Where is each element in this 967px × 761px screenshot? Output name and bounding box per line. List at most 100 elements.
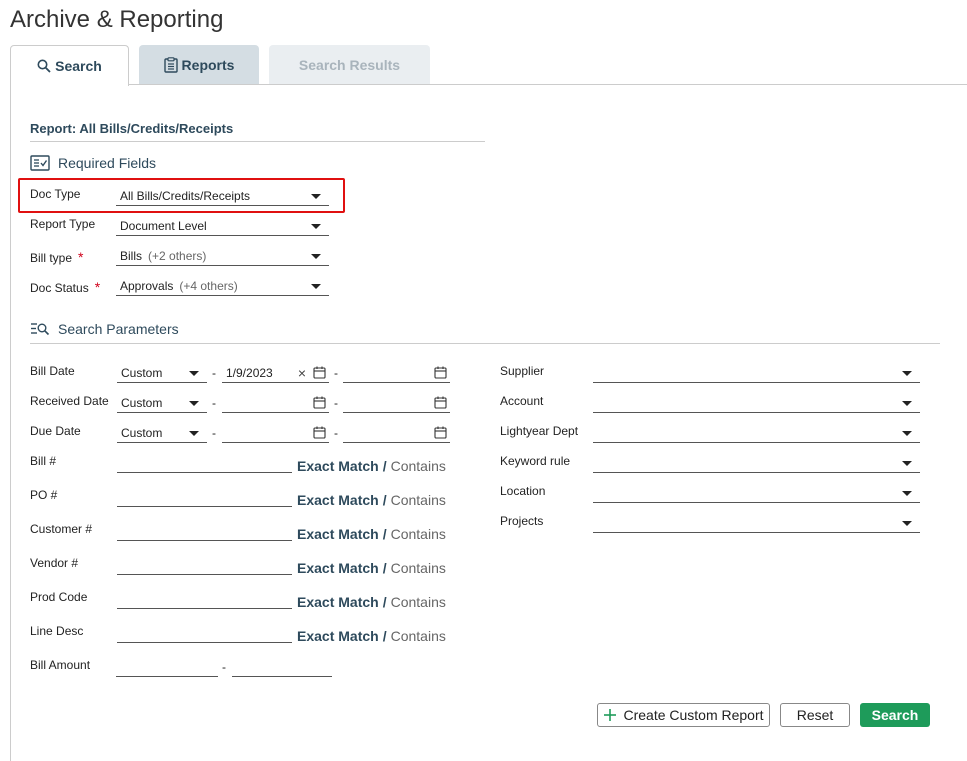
exact-match-option[interactable]: Exact Match <box>297 560 379 576</box>
calendar-icon[interactable] <box>313 366 326 379</box>
clipboard-icon <box>163 57 178 73</box>
calendar-icon[interactable] <box>313 396 326 409</box>
keyword-rule-label: Keyword rule <box>500 454 571 468</box>
tab-search[interactable]: Search <box>10 45 129 86</box>
bill-type-label-text: Bill type <box>30 251 73 265</box>
contains-option[interactable]: Contains <box>391 492 446 508</box>
location-select[interactable] <box>593 483 920 503</box>
chevron-down-icon <box>189 401 199 406</box>
chevron-down-icon <box>311 254 321 259</box>
supplier-select[interactable] <box>593 363 920 383</box>
bill-date-from-input[interactable]: 1/9/2023 × <box>222 363 329 383</box>
po-number-match-toggle: Exact Match / Contains <box>297 492 446 508</box>
vendor-number-match-toggle: Exact Match / Contains <box>297 560 446 576</box>
bill-type-value: Bills <box>120 249 143 263</box>
projects-select[interactable] <box>593 513 920 533</box>
lightyear-dept-select[interactable] <box>593 423 920 443</box>
bill-type-extra: (+2 others) <box>148 249 207 263</box>
received-date-mode-select[interactable]: Custom <box>117 393 207 413</box>
contains-option[interactable]: Contains <box>391 526 446 542</box>
lightyear-dept-label: Lightyear Dept <box>500 424 579 438</box>
doc-status-value: Approvals <box>120 279 174 293</box>
vendor-number-input[interactable] <box>117 555 292 575</box>
account-label: Account <box>500 394 544 408</box>
bill-amount-to-input[interactable] <box>232 657 332 677</box>
bill-date-mode-select[interactable]: Custom <box>117 363 207 383</box>
due-date-from-input[interactable] <box>222 423 329 443</box>
calendar-icon[interactable] <box>313 426 326 439</box>
page-title: Archive & Reporting <box>10 6 224 33</box>
date-range-dash: - <box>212 396 216 410</box>
received-date-from-input[interactable] <box>222 393 329 413</box>
calendar-icon[interactable] <box>434 396 447 409</box>
received-date-mode-value: Custom <box>121 396 163 410</box>
doc-status-extra: (+4 others) <box>179 279 238 293</box>
amount-range-dash: - <box>222 660 226 674</box>
received-date-label: Received Date <box>30 394 109 408</box>
exact-match-option[interactable]: Exact Match <box>297 458 379 474</box>
line-desc-match-toggle: Exact Match / Contains <box>297 628 446 644</box>
bill-amount-label: Bill Amount <box>30 658 91 672</box>
reset-button[interactable]: Reset <box>780 703 850 727</box>
report-type-select[interactable]: Document Level <box>116 216 329 236</box>
create-custom-report-button[interactable]: Create Custom Report <box>597 703 770 727</box>
due-date-label: Due Date <box>30 424 81 438</box>
contains-option[interactable]: Contains <box>391 594 446 610</box>
line-desc-input[interactable] <box>117 623 292 643</box>
po-number-input[interactable] <box>117 487 292 507</box>
report-title: Report: All Bills/Credits/Receipts <box>30 121 234 136</box>
clear-icon[interactable]: × <box>298 363 306 383</box>
prod-code-input[interactable] <box>117 589 292 609</box>
projects-label: Projects <box>500 514 544 528</box>
contains-option[interactable]: Contains <box>391 458 446 474</box>
account-select[interactable] <box>593 393 920 413</box>
exact-match-option[interactable]: Exact Match <box>297 594 379 610</box>
due-date-to-input[interactable] <box>343 423 450 443</box>
customer-number-label: Customer # <box>30 522 93 536</box>
match-separator: / <box>382 560 387 576</box>
customer-number-input[interactable] <box>117 521 292 541</box>
calendar-icon[interactable] <box>434 366 447 379</box>
doc-status-select[interactable]: Approvals (+4 others) <box>116 276 329 296</box>
filter-search-icon <box>31 323 50 336</box>
search-button[interactable]: Search <box>860 703 930 727</box>
exact-match-option[interactable]: Exact Match <box>297 628 379 644</box>
date-range-dash: - <box>334 396 338 410</box>
bill-number-label: Bill # <box>30 454 57 468</box>
bill-type-select[interactable]: Bills (+2 others) <box>116 246 329 266</box>
match-separator: / <box>382 628 387 644</box>
received-date-to-input[interactable] <box>343 393 450 413</box>
due-date-mode-select[interactable]: Custom <box>117 423 207 443</box>
tab-search-label: Search <box>55 58 102 74</box>
location-label: Location <box>500 484 546 498</box>
doc-status-label-text: Doc Status <box>30 281 89 295</box>
report-type-label: Report Type <box>30 217 96 231</box>
line-desc-label: Line Desc <box>30 624 84 638</box>
date-range-dash: - <box>212 366 216 380</box>
tab-reports-label: Reports <box>181 57 235 73</box>
contains-option[interactable]: Contains <box>391 628 446 644</box>
search-parameters-divider <box>30 343 940 344</box>
required-asterisk: * <box>78 249 84 265</box>
chevron-down-icon <box>902 461 912 466</box>
date-range-dash: - <box>334 366 338 380</box>
vendor-number-label: Vendor # <box>30 556 79 570</box>
match-separator: / <box>382 458 387 474</box>
plus-icon <box>604 709 617 721</box>
tab-reports[interactable]: Reports <box>139 45 259 85</box>
chevron-down-icon <box>902 491 912 496</box>
checklist-icon <box>30 155 50 171</box>
bill-date-to-input[interactable] <box>343 363 450 383</box>
exact-match-option[interactable]: Exact Match <box>297 492 379 508</box>
tab-search-results[interactable]: Search Results <box>269 45 430 85</box>
contains-option[interactable]: Contains <box>391 560 446 576</box>
supplier-label: Supplier <box>500 364 545 378</box>
bill-amount-from-input[interactable] <box>116 657 218 677</box>
calendar-icon[interactable] <box>434 426 447 439</box>
chevron-down-icon <box>189 371 199 376</box>
keyword-rule-select[interactable] <box>593 453 920 473</box>
exact-match-option[interactable]: Exact Match <box>297 526 379 542</box>
chevron-down-icon <box>311 284 321 289</box>
bill-number-input[interactable] <box>117 453 292 473</box>
prod-code-match-toggle: Exact Match / Contains <box>297 594 446 610</box>
